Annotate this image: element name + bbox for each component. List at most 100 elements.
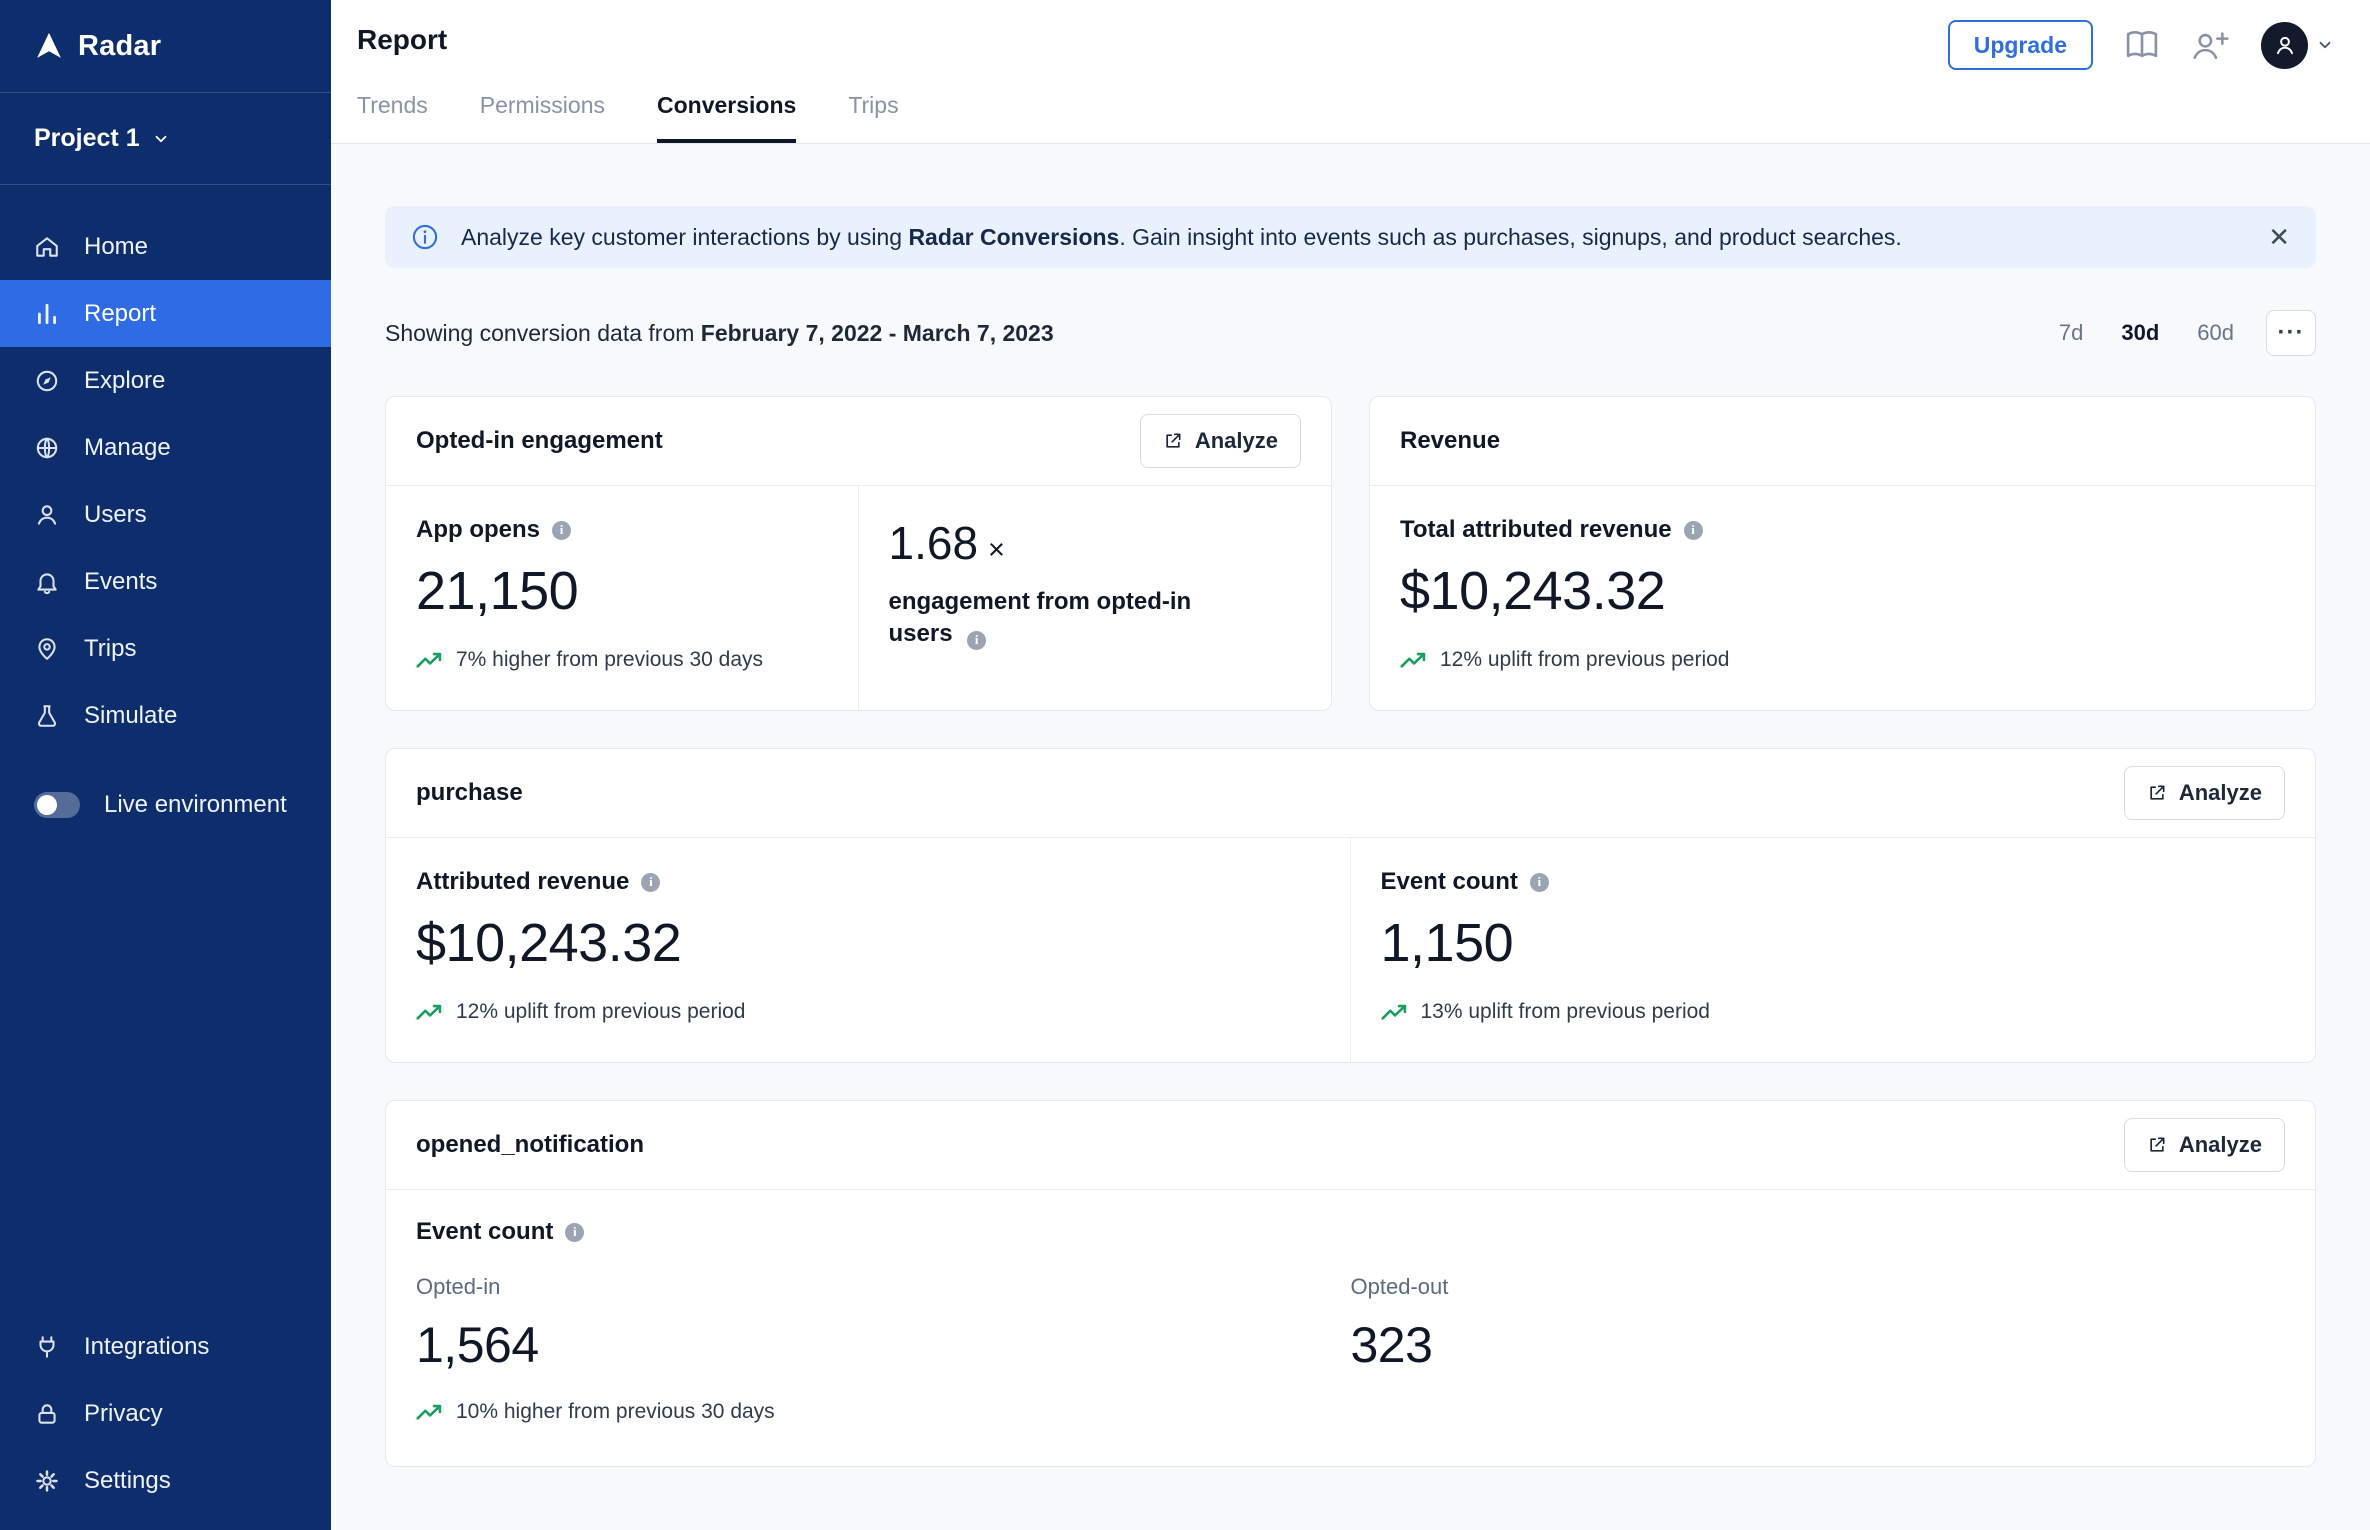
tab-permissions[interactable]: Permissions [480, 92, 605, 143]
opted-in-engagement-card: Opted-in engagement Analyze App opens 21… [385, 396, 1332, 711]
trend-up-icon [1400, 652, 1428, 669]
info-icon[interactable] [1683, 520, 1703, 540]
brand: Radar [0, 0, 331, 92]
sidebar-item-label: Settings [84, 1466, 171, 1494]
sidebar-item-trips[interactable]: Trips [0, 615, 331, 682]
sidebar-item-settings[interactable]: Settings [0, 1447, 331, 1514]
gear-icon [34, 1468, 60, 1494]
trend-up-icon [416, 1404, 444, 1421]
sidebar-item-label: Privacy [84, 1399, 163, 1427]
sidebar-item-label: Report [84, 299, 157, 327]
upgrade-button[interactable]: Upgrade [1947, 20, 2093, 70]
main-header: Report Upgrade Trends Permissions Conver… [331, 0, 2370, 144]
purchase-card: purchase Analyze Attributed revenue $10,… [385, 748, 2316, 1063]
metric-value: $10,243.32 [416, 913, 682, 973]
trend: 12% uplift from previous period [416, 1000, 1320, 1024]
subheader: Showing conversion data from February 7,… [385, 310, 2316, 356]
trend-up-icon [1380, 1004, 1409, 1021]
metric-value: 1,150 [1380, 913, 1514, 973]
sidebar-item-manage[interactable]: Manage [0, 414, 331, 481]
main-area: Report Upgrade Trends Permissions Conver… [331, 0, 2370, 1530]
map-pin-icon [34, 636, 60, 662]
tab-trends[interactable]: Trends [357, 92, 428, 143]
report-tabs: Trends Permissions Conversions Trips [357, 92, 2334, 143]
user-icon [34, 502, 60, 528]
project-name: Project 1 [34, 124, 140, 152]
opened-notification-card: opened_notification Analyze Event count … [385, 1100, 2316, 1467]
sidebar-item-label: Integrations [84, 1332, 210, 1360]
docs-book-icon[interactable] [2123, 28, 2161, 62]
multiplier-sign: × [988, 534, 1005, 566]
project-switcher[interactable]: Project 1 [0, 92, 331, 185]
range-controls: 7d 30d 60d ··· [2043, 310, 2316, 356]
sidebar-item-privacy[interactable]: Privacy [0, 1380, 331, 1447]
external-link-icon [1163, 431, 1183, 451]
live-environment-toggle-row[interactable]: Live environment [0, 771, 331, 838]
info-icon[interactable] [967, 630, 987, 650]
invite-user-icon[interactable] [2191, 28, 2231, 62]
opted-out-metric: Opted-out 323 [1351, 1274, 2286, 1424]
metric-value: $10,243.32 [1400, 561, 1666, 621]
info-icon[interactable] [1529, 872, 1549, 892]
chevron-down-icon [2316, 36, 2334, 54]
attributed-revenue-metric: Attributed revenue $10,243.32 12% uplift… [386, 838, 1351, 1062]
tab-conversions[interactable]: Conversions [657, 92, 797, 143]
cards-row-1: Opted-in engagement Analyze App opens 21… [385, 396, 2316, 711]
info-icon[interactable] [641, 872, 661, 892]
home-icon [34, 234, 60, 260]
sidebar-item-events[interactable]: Events [0, 548, 331, 615]
info-icon [411, 223, 439, 251]
radar-logo-icon [34, 31, 64, 61]
flask-icon [34, 703, 60, 729]
app-opens-metric: App opens 21,150 7% higher from previous… [386, 486, 859, 710]
live-environment-label: Live environment [104, 790, 287, 818]
sidebar-bottom-nav: Integrations Privacy Settings [0, 1285, 331, 1530]
sidebar-item-label: Users [84, 500, 147, 528]
content: Analyze key customer interactions by usi… [331, 144, 2370, 1530]
trend: 12% uplift from previous period [1400, 648, 2285, 672]
more-options-button[interactable]: ··· [2266, 310, 2316, 356]
bar-chart-icon [34, 301, 60, 327]
info-icon[interactable] [552, 520, 571, 540]
environment-toggle[interactable] [34, 791, 80, 818]
revenue-card: Revenue Total attributed revenue $10,243… [1369, 396, 2316, 711]
tab-trips[interactable]: Trips [848, 92, 898, 143]
range-30d-button[interactable]: 30d [2105, 311, 2175, 355]
info-icon[interactable] [565, 1222, 585, 1242]
trend: 7% higher from previous 30 days [416, 648, 828, 672]
metric-value: 323 [1350, 1317, 1433, 1373]
analyze-button[interactable]: Analyze [1139, 414, 1301, 468]
sidebar-item-users[interactable]: Users [0, 481, 331, 548]
globe-icon [34, 435, 60, 461]
range-60d-button[interactable]: 60d [2181, 311, 2250, 355]
account-menu[interactable] [2261, 21, 2334, 69]
metric-value: 1.68 [888, 517, 979, 569]
sidebar-item-integrations[interactable]: Integrations [0, 1313, 331, 1380]
brand-name: Radar [78, 29, 162, 62]
metric-value: 21,150 [416, 561, 579, 621]
chevron-down-icon [152, 130, 170, 148]
total-attributed-revenue-metric: Total attributed revenue $10,243.32 12% … [1370, 486, 2315, 710]
sidebar-nav: Home Report Explore Manage Users Events … [0, 185, 331, 838]
sidebar-item-label: Home [84, 232, 149, 260]
plug-icon [34, 1334, 60, 1360]
bell-icon [34, 569, 60, 595]
trend: 10% higher from previous 30 days [416, 1400, 1351, 1424]
lock-icon [34, 1401, 60, 1427]
sidebar-item-report[interactable]: Report [0, 280, 331, 347]
external-link-icon [2147, 1135, 2167, 1155]
metric-value: 1,564 [416, 1317, 539, 1373]
analyze-button[interactable]: Analyze [2123, 1118, 2285, 1172]
sidebar-item-label: Trips [84, 634, 137, 662]
sidebar-item-explore[interactable]: Explore [0, 347, 331, 414]
close-icon[interactable]: ✕ [2268, 224, 2290, 250]
sidebar-item-simulate[interactable]: Simulate [0, 682, 331, 749]
analyze-button[interactable]: Analyze [2123, 766, 2285, 820]
trend-up-icon [416, 1004, 444, 1021]
info-banner: Analyze key customer interactions by usi… [385, 206, 2316, 268]
sidebar-item-label: Simulate [84, 701, 178, 729]
avatar [2261, 21, 2308, 69]
sidebar-item-home[interactable]: Home [0, 213, 331, 280]
sidebar-item-label: Explore [84, 366, 166, 394]
range-7d-button[interactable]: 7d [2043, 311, 2099, 355]
